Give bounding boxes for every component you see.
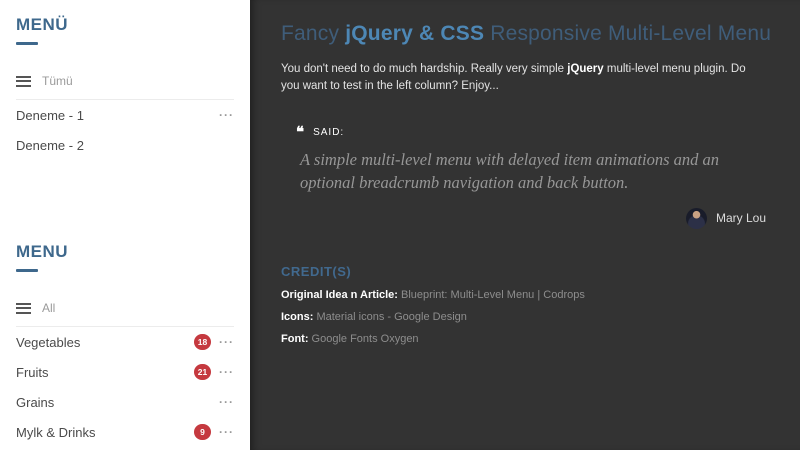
more-icon: ··· bbox=[219, 395, 234, 409]
menu-item-grains[interactable]: Grains ··· bbox=[16, 387, 234, 417]
credit-row-article: Original Idea n Article: Blueprint: Mult… bbox=[281, 288, 780, 301]
menu-item-deneme-1[interactable]: Deneme - 1 ··· bbox=[16, 100, 234, 130]
menu-title-en: MENU bbox=[16, 242, 69, 261]
quote-text: A simple multi-level menu with delayed i… bbox=[300, 150, 720, 192]
title-suffix: Responsive Multi-Level Menu bbox=[484, 22, 772, 45]
menu-english: MENU All Vegetables 18 ··· Fruits 21 ···… bbox=[16, 242, 234, 447]
menu-item-label: Mylk & Drinks bbox=[16, 424, 96, 440]
hamburger-icon bbox=[16, 75, 31, 87]
intro-paragraph: You don't need to do much hardship. Real… bbox=[281, 61, 759, 94]
credit-value-link[interactable]: Material icons - Google Design bbox=[316, 311, 466, 323]
author-name: Mary Lou bbox=[715, 211, 766, 226]
menu-item-label: Vegetables bbox=[16, 334, 81, 350]
filter-label: Tümü bbox=[42, 74, 73, 88]
menu-item-vegetables[interactable]: Vegetables 18 ··· bbox=[16, 327, 234, 357]
title-accent: jQuery & CSS bbox=[345, 22, 485, 45]
credit-value-link[interactable]: Google Fonts Oxygen bbox=[312, 333, 419, 345]
quote-label: SAID: bbox=[313, 127, 345, 139]
main-panel: Fancy jQuery & CSS Responsive Multi-Leve… bbox=[250, 0, 800, 450]
menu-turkish: MENÜ Tümü Deneme - 1 ··· Deneme - 2 bbox=[16, 15, 234, 160]
title-prefix: Fancy bbox=[281, 22, 346, 45]
menu-title-underline bbox=[16, 42, 38, 45]
count-badge: 18 bbox=[194, 334, 211, 350]
avatar bbox=[685, 207, 707, 229]
quote-author-link[interactable]: Mary Lou bbox=[296, 207, 766, 229]
menu-item-label: Deneme - 2 bbox=[16, 137, 84, 153]
credits-section: CREDIT(S) Original Idea n Article: Bluep… bbox=[281, 264, 780, 345]
hamburger-icon bbox=[16, 302, 31, 314]
more-icon: ··· bbox=[219, 335, 234, 349]
credit-label: Font: bbox=[281, 332, 309, 345]
menu-item-deneme-2[interactable]: Deneme - 2 bbox=[16, 130, 234, 160]
credit-value-link[interactable]: Blueprint: Multi-Level Menu | Codrops bbox=[401, 289, 585, 301]
menu-item-mylk-drinks[interactable]: Mylk & Drinks 9 ··· bbox=[16, 417, 234, 447]
sidebar: MENÜ Tümü Deneme - 1 ··· Deneme - 2 MENU… bbox=[0, 0, 250, 450]
credit-label: Original Idea n Article: bbox=[281, 288, 398, 301]
menu-item-fruits[interactable]: Fruits 21 ··· bbox=[16, 357, 234, 387]
menu-title-underline bbox=[16, 269, 38, 272]
filter-label: All bbox=[42, 301, 56, 315]
more-icon: ··· bbox=[219, 108, 234, 122]
intro-bold: jQuery bbox=[567, 63, 604, 75]
more-icon: ··· bbox=[219, 365, 234, 379]
quote-block: ❝ SAID: A simple multi-level menu with d… bbox=[296, 125, 780, 229]
quote-icon: ❝ bbox=[296, 124, 305, 142]
filter-row-tumu[interactable]: Tümü bbox=[16, 65, 234, 100]
count-badge: 21 bbox=[194, 364, 211, 380]
credit-label: Icons: bbox=[281, 310, 314, 323]
credit-row-font: Font: Google Fonts Oxygen bbox=[281, 332, 780, 345]
quote-header: ❝ SAID: bbox=[296, 125, 780, 140]
menu-item-label: Deneme - 1 bbox=[16, 107, 84, 123]
page-title: Fancy jQuery & CSS Responsive Multi-Leve… bbox=[281, 22, 780, 46]
intro-text: You don't need to do much hardship. Real… bbox=[281, 63, 568, 75]
more-icon: ··· bbox=[219, 425, 234, 439]
credit-row-icons: Icons: Material icons - Google Design bbox=[281, 310, 780, 323]
count-badge: 9 bbox=[194, 424, 211, 440]
menu-title-tr: MENÜ bbox=[16, 15, 69, 34]
credits-heading: CREDIT(S) bbox=[281, 263, 352, 279]
filter-row-all[interactable]: All bbox=[16, 292, 234, 327]
menu-item-label: Grains bbox=[16, 394, 55, 410]
menu-item-label: Fruits bbox=[16, 364, 49, 380]
